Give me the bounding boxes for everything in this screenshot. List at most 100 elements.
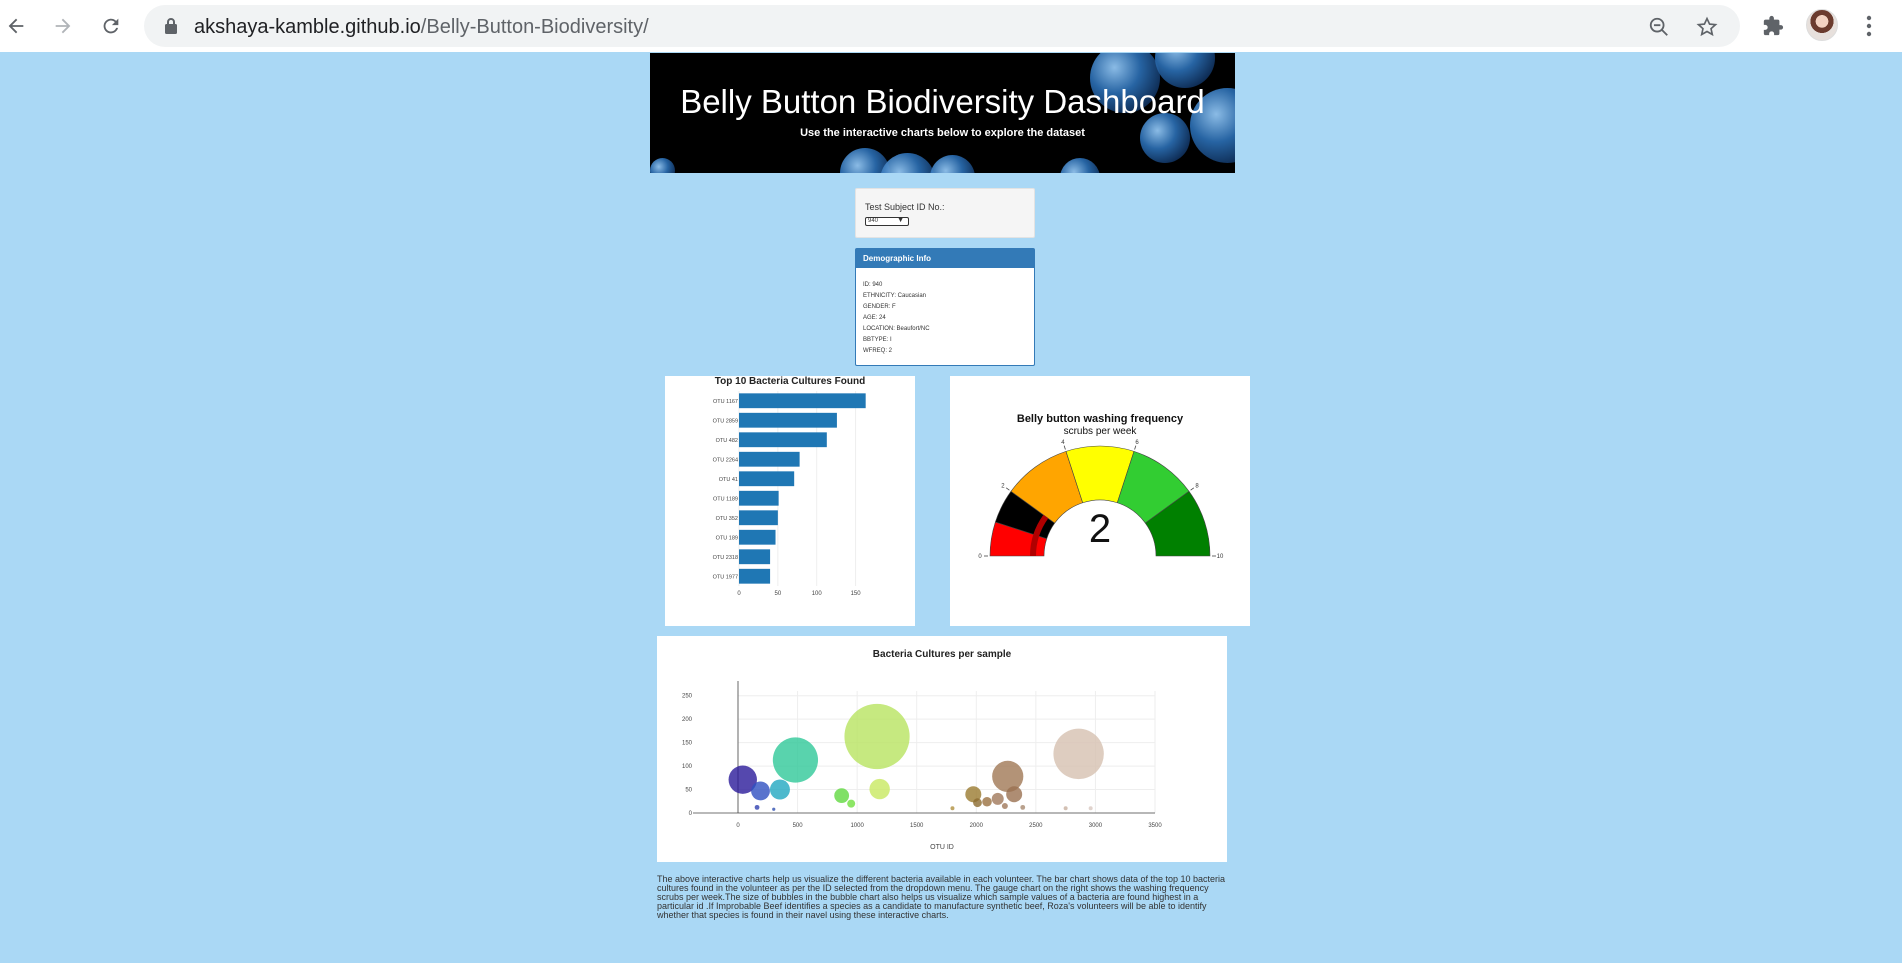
gauge-tick-label: 4 bbox=[1061, 440, 1065, 446]
bar-y-tick-label: OTU 482 bbox=[716, 438, 738, 444]
bubble bbox=[754, 804, 760, 810]
bar-chart[interactable]: Top 10 Bacteria Cultures Found 0 50 100 150 O… bbox=[665, 376, 915, 626]
demographic-row: LOCATION: Beaufort/NC bbox=[863, 326, 930, 332]
bubble-x-tick-label: 500 bbox=[793, 823, 804, 829]
bar bbox=[739, 529, 776, 545]
subject-selector-label: Test Subject ID No.: bbox=[865, 202, 945, 212]
bubble bbox=[751, 781, 770, 801]
bar-x-tick-label: 50 bbox=[775, 591, 782, 597]
address-bar[interactable]: akshaya-kamble.github.io/Belly-Button-Bi… bbox=[144, 5, 1740, 47]
bubble-x-tick-label: 2500 bbox=[1029, 823, 1043, 829]
bar bbox=[739, 451, 800, 467]
bubble-y-tick-label: 250 bbox=[682, 694, 693, 700]
bacteria-image bbox=[650, 158, 675, 173]
gauge-tick-label: 6 bbox=[1135, 440, 1139, 446]
bookmark-star-icon[interactable] bbox=[1695, 15, 1719, 39]
forward-arrow-icon[interactable] bbox=[47, 10, 79, 42]
bubble-x-tick-label: 1500 bbox=[910, 823, 924, 829]
bubble-chart-card: Bacteria Cultures per sample 0 500 1000 1500… bbox=[657, 636, 1227, 862]
bubble-x-tick-label: 3500 bbox=[1148, 823, 1162, 829]
bar-x-tick-label: 100 bbox=[812, 591, 823, 597]
bubble-x-tick-label: 3000 bbox=[1089, 823, 1103, 829]
url-path: /Belly-Button-Biodiversity/ bbox=[420, 16, 649, 38]
bubble bbox=[950, 806, 955, 811]
bubble bbox=[1001, 802, 1008, 809]
demographic-body: ID: 940 ETHNICITY: Caucasian GENDER: F A… bbox=[856, 268, 1034, 369]
demographic-panel: Demographic Info ID: 940 ETHNICITY: Cauc… bbox=[855, 248, 1035, 366]
bar-y-tick-label: OTU 1977 bbox=[713, 574, 738, 580]
bar bbox=[739, 510, 778, 526]
bubble bbox=[1020, 804, 1026, 810]
bubble-x-tick-label: 0 bbox=[736, 823, 740, 829]
profile-avatar[interactable] bbox=[1806, 9, 1838, 41]
bar bbox=[739, 412, 837, 428]
demographic-row: ETHNICITY: Caucasian bbox=[863, 293, 927, 299]
subject-selector-well: Test Subject ID No.: 940 ▼ bbox=[855, 188, 1035, 238]
description-text: The above interactive charts help us vis… bbox=[657, 874, 1226, 920]
gauge-subtitle: scrubs per week bbox=[1064, 426, 1138, 437]
bar bbox=[739, 568, 771, 584]
bar-y-tick-label: OTU 352 bbox=[716, 516, 738, 522]
extensions-puzzle-icon[interactable] bbox=[1759, 12, 1787, 40]
lock-icon bbox=[164, 17, 178, 40]
bacteria-image bbox=[930, 155, 975, 173]
bar bbox=[739, 393, 866, 409]
bubble-x-tick-label: 2000 bbox=[970, 823, 984, 829]
bubble bbox=[844, 703, 910, 770]
bar-y-tick-label: OTU 1167 bbox=[713, 399, 738, 405]
bubble-x-tick-label: 1000 bbox=[850, 823, 864, 829]
gauge-tick-label: 10 bbox=[1217, 554, 1224, 560]
demographic-row: AGE: 24 bbox=[863, 315, 886, 321]
demographic-row: BBTYPE: I bbox=[863, 337, 892, 343]
bubble bbox=[769, 779, 790, 800]
subject-id-value: 940 bbox=[868, 218, 879, 224]
chevron-down-icon: ▼ bbox=[897, 217, 904, 224]
demographic-heading: Demographic Info bbox=[856, 249, 1034, 268]
bubble-chart[interactable]: Bacteria Cultures per sample0 500 1000 1500… bbox=[657, 636, 1227, 862]
kebab-menu-icon[interactable] bbox=[1855, 12, 1883, 40]
bubble-x-axis-label: OTU ID bbox=[930, 844, 954, 851]
demographic-row: GENDER: F bbox=[863, 304, 896, 310]
bubble-y-tick-label: 50 bbox=[685, 788, 692, 794]
dashboard-header: Belly Button Biodiversity Dashboard Use … bbox=[650, 53, 1235, 173]
bacteria-image bbox=[880, 153, 935, 173]
bar-x-tick-label: 0 bbox=[737, 591, 741, 597]
bar-y-tick-label: OTU 2264 bbox=[713, 457, 738, 463]
bubble bbox=[772, 737, 819, 783]
gauge-tick-label: 8 bbox=[1195, 483, 1199, 489]
gauge-tick-label: 2 bbox=[1001, 483, 1005, 489]
bubble bbox=[847, 799, 856, 808]
gauge-tick-label: 0 bbox=[978, 554, 982, 560]
bar-y-tick-label: OTU 2859 bbox=[713, 418, 738, 424]
bubble bbox=[991, 792, 1004, 805]
url-text: akshaya-kamble.github.io/Belly-Button-Bi… bbox=[194, 16, 649, 39]
bar-y-tick-label: OTU 189 bbox=[716, 535, 738, 541]
reload-icon[interactable] bbox=[95, 10, 127, 42]
demographic-row: ID: 940 bbox=[863, 282, 883, 288]
gauge-tick bbox=[1063, 445, 1066, 450]
bar-y-tick-label: OTU 41 bbox=[719, 477, 738, 483]
back-arrow-icon[interactable] bbox=[0, 10, 32, 42]
bubble bbox=[982, 796, 992, 807]
bar bbox=[739, 490, 779, 506]
gauge-value: 2 bbox=[1089, 507, 1111, 551]
bar bbox=[739, 549, 771, 565]
bar-chart-title: Top 10 Bacteria Cultures Found bbox=[715, 376, 865, 387]
zoom-out-icon[interactable] bbox=[1647, 15, 1671, 39]
bubble bbox=[973, 798, 982, 808]
subject-id-dropdown[interactable]: 940 ▼ bbox=[865, 217, 909, 226]
gauge-tick bbox=[1134, 445, 1137, 450]
demographic-row: WFREQ: 2 bbox=[863, 348, 893, 354]
bubble-y-tick-label: 200 bbox=[682, 717, 693, 723]
page-subtitle: Use the interactive charts below to expl… bbox=[800, 127, 1085, 139]
bar-y-tick-label: OTU 1189 bbox=[713, 496, 738, 502]
bubble-chart-title: Bacteria Cultures per sample bbox=[873, 649, 1012, 660]
gauge-chart[interactable]: Belly button washing frequencyscrubs per… bbox=[950, 376, 1250, 626]
bubble bbox=[1088, 806, 1093, 811]
bubble-y-tick-label: 0 bbox=[689, 811, 693, 817]
page-title: Belly Button Biodiversity Dashboard bbox=[680, 83, 1205, 120]
bacteria-image bbox=[1060, 158, 1100, 173]
bubble-y-tick-label: 150 bbox=[682, 741, 693, 747]
bar bbox=[739, 432, 827, 448]
bubble bbox=[869, 778, 890, 800]
